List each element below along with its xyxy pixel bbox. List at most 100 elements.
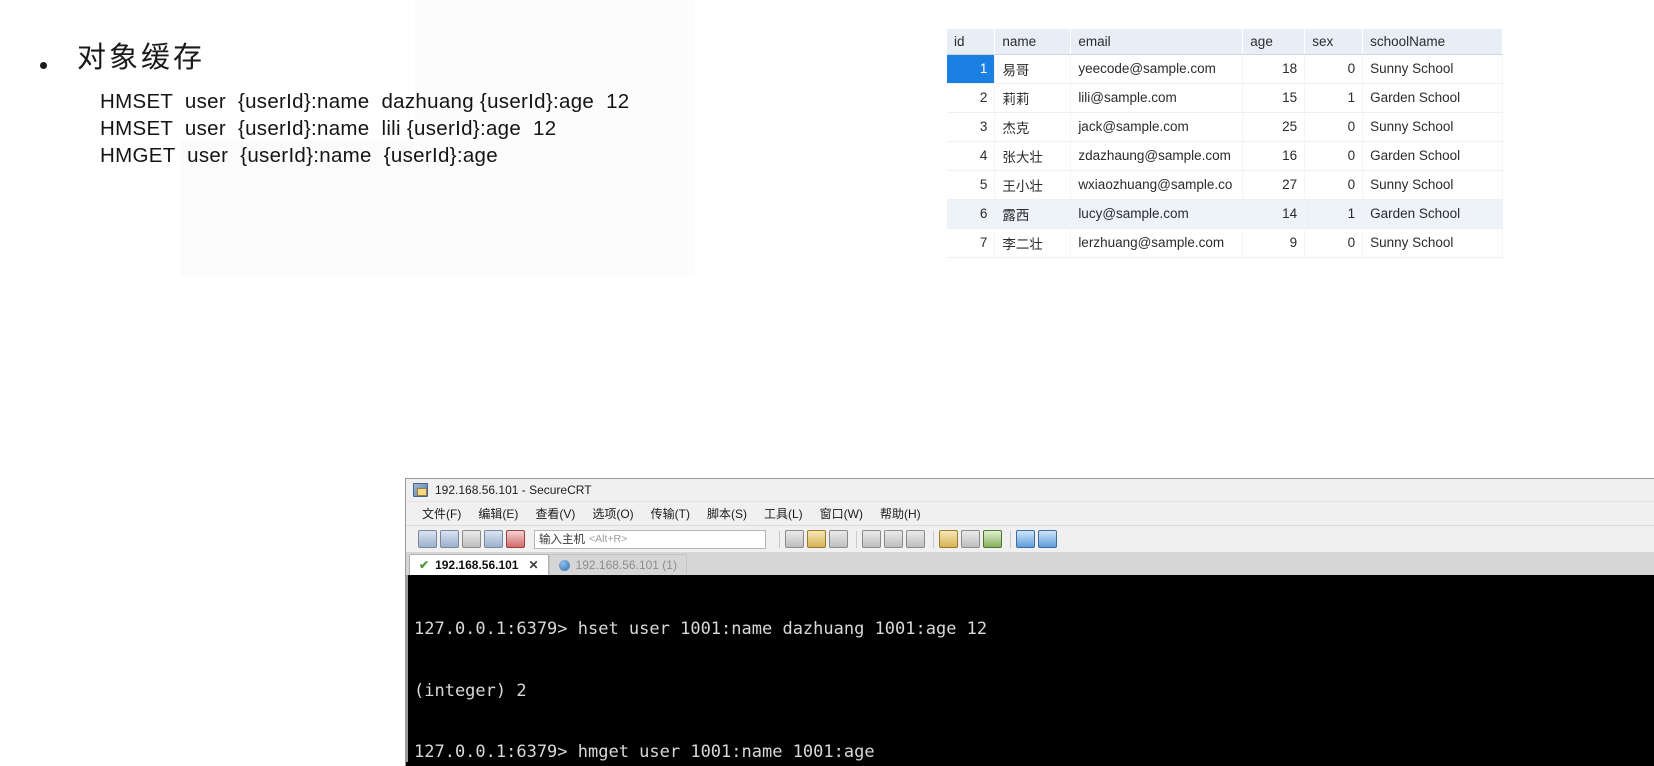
table-row[interactable]: 1 易哥 yeecode@sample.com 18 0 Sunny Schoo…	[947, 54, 1503, 84]
menu-item-edit[interactable]: 编辑(E)	[478, 505, 518, 522]
cell-age[interactable]: 16	[1242, 141, 1306, 171]
global-options-icon[interactable]	[961, 530, 980, 548]
column-header-name[interactable]: name	[994, 29, 1072, 55]
bullet-point-icon	[40, 62, 47, 69]
cell-schoolname[interactable]: Sunny School	[1362, 228, 1503, 258]
cell-id[interactable]: 7	[947, 228, 996, 258]
cell-id[interactable]: 6	[947, 199, 996, 229]
table-row[interactable]: 3 杰克 jack@sample.com 25 0 Sunny School	[947, 112, 1503, 142]
column-header-id[interactable]: id	[947, 29, 996, 55]
table-row[interactable]: 2 莉莉 lili@sample.com 15 1 Garden School	[947, 83, 1503, 113]
menu-item-tools[interactable]: 工具(L)	[764, 505, 803, 522]
print-screen-icon[interactable]	[862, 530, 881, 548]
cell-name[interactable]: 李二壮	[994, 228, 1072, 258]
session-tab-active[interactable]: ✔ 192.168.56.101 ✕	[409, 554, 549, 575]
cell-name[interactable]: 露西	[994, 199, 1072, 229]
cell-email[interactable]: lucy@sample.com	[1070, 199, 1244, 229]
cell-id[interactable]: 2	[947, 83, 996, 113]
column-header-age[interactable]: age	[1242, 29, 1306, 55]
cell-age[interactable]: 25	[1242, 112, 1306, 142]
cell-sex[interactable]: 1	[1304, 199, 1364, 229]
menu-item-options[interactable]: 选项(O)	[592, 505, 633, 522]
column-header-sex[interactable]: sex	[1304, 29, 1364, 55]
copy-icon[interactable]	[785, 530, 804, 548]
toolbar-separator-4	[1010, 530, 1011, 548]
session-tab-bar: ✔ 192.168.56.101 ✕ 192.168.56.101 (1)	[406, 553, 1654, 575]
menu-item-file[interactable]: 文件(F)	[422, 505, 461, 522]
cell-schoolname[interactable]: Sunny School	[1362, 112, 1503, 142]
cell-age[interactable]: 15	[1242, 83, 1306, 113]
command-line-3: HMGET user {userId}:name {userId}:age	[100, 144, 498, 167]
close-icon[interactable]: ✕	[528, 558, 538, 572]
connect-sftp-icon[interactable]	[484, 530, 503, 548]
cell-id[interactable]: 1	[947, 54, 996, 84]
cell-id[interactable]: 3	[947, 112, 996, 142]
toolbar: 输入主机 <Alt+R>	[406, 526, 1654, 553]
cell-email[interactable]: jack@sample.com	[1070, 112, 1244, 142]
cell-name[interactable]: 张大壮	[994, 141, 1072, 171]
help-icon[interactable]	[1016, 530, 1035, 548]
clone-session-icon[interactable]	[462, 530, 481, 548]
table-row[interactable]: 6 露西 lucy@sample.com 14 1 Garden School	[947, 199, 1503, 229]
cell-age[interactable]: 14	[1242, 199, 1306, 229]
session-status-icon	[558, 559, 570, 571]
cell-email[interactable]: wxiaozhuang@sample.co	[1070, 170, 1244, 200]
table-row[interactable]: 5 王小壮 wxiaozhuang@sample.co 27 0 Sunny S…	[947, 170, 1503, 200]
menu-item-view[interactable]: 查看(V)	[535, 505, 575, 522]
find-icon[interactable]	[829, 530, 848, 548]
cell-name[interactable]: 易哥	[994, 54, 1072, 84]
cell-id[interactable]: 4	[947, 141, 996, 171]
menu-bar: 文件(F) 编辑(E) 查看(V) 选项(O) 传输(T) 脚本(S) 工具(L…	[406, 502, 1654, 526]
cell-age[interactable]: 27	[1242, 170, 1306, 200]
host-input[interactable]: 输入主机 <Alt+R>	[534, 529, 766, 549]
column-header-schoolname[interactable]: schoolName	[1362, 29, 1503, 55]
menu-item-transfer[interactable]: 传输(T)	[651, 505, 690, 522]
menu-item-script[interactable]: 脚本(S)	[707, 505, 747, 522]
table-row[interactable]: 7 李二壮 lerzhuang@sample.com 9 0 Sunny Sch…	[947, 228, 1503, 258]
cell-age[interactable]: 9	[1242, 228, 1306, 258]
slide-content-block: 对象缓存 HMSET user {userId}:name dazhuang {…	[0, 0, 760, 290]
column-header-email[interactable]: email	[1070, 29, 1244, 55]
cell-sex[interactable]: 0	[1304, 54, 1364, 84]
cell-sex[interactable]: 0	[1304, 112, 1364, 142]
cell-name[interactable]: 莉莉	[994, 83, 1072, 113]
arrange-windows-icon[interactable]	[1038, 530, 1057, 548]
cell-email[interactable]: lerzhuang@sample.com	[1070, 228, 1244, 258]
terminal-output[interactable]: 127.0.0.1:6379> hset user 1001:name dazh…	[406, 575, 1654, 762]
cell-sex[interactable]: 0	[1304, 228, 1364, 258]
log-session-icon[interactable]	[884, 530, 903, 548]
session-tab-inactive[interactable]: 192.168.56.101 (1)	[548, 554, 687, 575]
session-options-icon[interactable]	[939, 530, 958, 548]
cell-schoolname[interactable]: Garden School	[1362, 83, 1503, 113]
cell-sex[interactable]: 0	[1304, 170, 1364, 200]
cell-name[interactable]: 杰克	[994, 112, 1072, 142]
paste-icon[interactable]	[807, 530, 826, 548]
cell-email[interactable]: zdazhaung@sample.com	[1070, 141, 1244, 171]
session-manager-icon[interactable]	[440, 530, 459, 548]
table-row[interactable]: 4 张大壮 zdazhaung@sample.com 16 0 Garden S…	[947, 141, 1503, 171]
cell-sex[interactable]: 1	[1304, 83, 1364, 113]
cell-schoolname[interactable]: Sunny School	[1362, 170, 1503, 200]
screenshot-root: 对象缓存 HMSET user {userId}:name dazhuang {…	[0, 0, 1654, 766]
bullet-heading-row: 对象缓存	[40, 40, 205, 76]
securecrt-app-icon	[413, 483, 428, 497]
cell-name[interactable]: 王小壮	[994, 170, 1072, 200]
cell-schoolname[interactable]: Garden School	[1362, 199, 1503, 229]
key-agent-icon[interactable]	[983, 530, 1002, 548]
cell-email[interactable]: yeecode@sample.com	[1070, 54, 1244, 84]
cell-schoolname[interactable]: Sunny School	[1362, 54, 1503, 84]
command-list: HMSET user {userId}:name dazhuang {userI…	[100, 88, 630, 169]
menu-item-help[interactable]: 帮助(H)	[880, 505, 921, 522]
menu-item-window[interactable]: 窗口(W)	[820, 505, 863, 522]
cell-id[interactable]: 5	[947, 170, 996, 200]
cell-schoolname[interactable]: Garden School	[1362, 141, 1503, 171]
disconnect-icon[interactable]	[506, 530, 525, 548]
terminal-line-2: (integer) 2	[414, 680, 527, 701]
window-titlebar[interactable]: 192.168.56.101 - SecureCRT	[406, 479, 1654, 502]
cell-sex[interactable]: 0	[1304, 141, 1364, 171]
cell-email[interactable]: lili@sample.com	[1070, 83, 1244, 113]
session-tab-label: 192.168.56.101 (1)	[575, 558, 677, 572]
print-icon[interactable]	[906, 530, 925, 548]
new-session-icon[interactable]	[418, 530, 437, 548]
cell-age[interactable]: 18	[1242, 54, 1306, 84]
